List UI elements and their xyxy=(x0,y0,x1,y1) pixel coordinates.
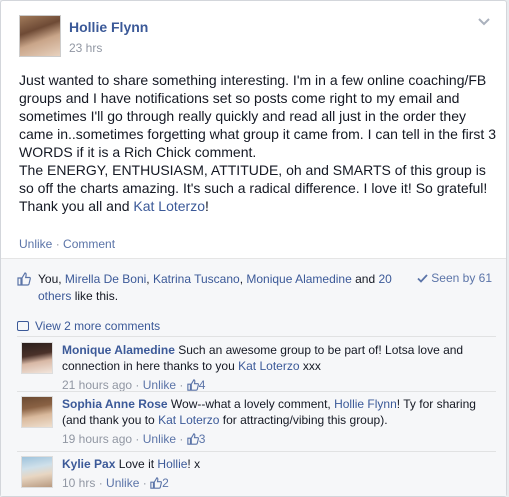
comments-section: View 2 more comments Monique Alamedine S… xyxy=(1,310,506,496)
post-text-1: Just wanted to share something interesti… xyxy=(19,72,496,160)
mention-link[interactable]: Kat Loterzo xyxy=(133,198,205,214)
like-count: 4 xyxy=(198,378,206,392)
post-card: Hollie Flynn 23 hrs Just wanted to share… xyxy=(0,0,507,497)
author-name[interactable]: Hollie Flynn xyxy=(69,19,148,35)
comment-body: Kylie Pax Love it Hollie! x 10 hrs · Unl… xyxy=(62,456,500,491)
view-more-label: View 2 more comments xyxy=(35,319,161,333)
likes-summary: You, Mirella De Boni, Katrina Tuscano, M… xyxy=(1,266,506,311)
post-body: Just wanted to share something interesti… xyxy=(19,71,497,215)
checkmark-icon xyxy=(417,274,428,283)
seen-by-label: Seen by 61 xyxy=(431,271,492,285)
post-actions: Unlike · Comment xyxy=(19,237,115,251)
comment-text-after-2: for attracting/vibing this group). xyxy=(219,413,388,427)
comment-mention-2[interactable]: Kat Loterzo xyxy=(158,413,219,427)
post-text-end: ! xyxy=(205,198,209,214)
comment-like-count[interactable]: 4 xyxy=(187,378,206,392)
comment-meta: 10 hrs · Unlike · 2 xyxy=(62,476,169,490)
unlike-link[interactable]: Unlike xyxy=(19,237,52,251)
thumbs-up-icon xyxy=(150,477,162,489)
comment-unlike[interactable]: Unlike xyxy=(143,432,176,446)
comment-like-count[interactable]: 2 xyxy=(150,476,169,490)
comment-meta: 19 hours ago · Unlike · 3 xyxy=(62,432,206,446)
comment-bubble-icon xyxy=(17,321,29,331)
comment-unlike[interactable]: Unlike xyxy=(143,378,176,392)
thumbs-up-icon xyxy=(187,379,199,391)
post-text-2: The ENERGY, ENTHUSIASM, ATTITUDE, oh and… xyxy=(19,162,488,214)
like-count: 3 xyxy=(198,432,206,446)
commenter-avatar[interactable] xyxy=(21,342,53,374)
comment-time[interactable]: 10 hrs xyxy=(62,476,95,490)
liker-1[interactable]: Mirella De Boni xyxy=(65,272,146,286)
commenter-name[interactable]: Sophia Anne Rose xyxy=(62,397,168,411)
likes-suffix: like this. xyxy=(71,289,119,303)
comment-link[interactable]: Comment xyxy=(63,237,115,251)
comment-divider xyxy=(17,391,496,392)
author-avatar[interactable] xyxy=(19,15,61,57)
action-separator: · xyxy=(55,237,60,251)
comment-time[interactable]: 19 hours ago xyxy=(62,432,132,446)
liker-3[interactable]: Monique Alamedine xyxy=(246,272,351,286)
comment-body: Monique Alamedine Such an awesome group … xyxy=(62,342,500,393)
commenter-name[interactable]: Kylie Pax xyxy=(62,457,115,471)
comment-body: Sophia Anne Rose Wow--what a lovely comm… xyxy=(62,396,500,447)
view-more-comments[interactable]: View 2 more comments xyxy=(17,319,160,333)
liker-2[interactable]: Katrina Tuscano xyxy=(153,272,240,286)
comment-text: Wow--what a lovely comment, xyxy=(167,397,335,411)
thumbs-up-icon xyxy=(187,433,199,445)
comment-divider xyxy=(17,336,496,337)
likes-you: You xyxy=(38,272,59,286)
thumbs-up-icon xyxy=(17,272,31,286)
likes-text: You, Mirella De Boni, Katrina Tuscano, M… xyxy=(38,272,392,303)
comment-like-count[interactable]: 3 xyxy=(187,432,206,446)
comment-text-after: ! x xyxy=(187,457,201,471)
comment-text-after: xxx xyxy=(299,359,321,373)
seen-by[interactable]: Seen by 61 xyxy=(417,271,492,285)
commenter-name[interactable]: Monique Alamedine xyxy=(62,343,175,357)
comment-time[interactable]: 21 hours ago xyxy=(62,378,132,392)
comment-text: Love it xyxy=(115,457,158,471)
likes-and: and xyxy=(351,272,379,286)
comment-mention[interactable]: Hollie Flynn xyxy=(334,397,397,411)
commenter-avatar[interactable] xyxy=(21,396,53,428)
comment-mention[interactable]: Kat Loterzo xyxy=(238,359,299,373)
comment-unlike[interactable]: Unlike xyxy=(106,476,139,490)
commenter-avatar[interactable] xyxy=(21,456,53,488)
comment-divider xyxy=(17,451,496,452)
post-timestamp[interactable]: 23 hrs xyxy=(69,41,102,55)
chevron-down-icon[interactable] xyxy=(476,15,492,31)
like-count: 2 xyxy=(162,476,169,490)
comment-mention[interactable]: Hollie xyxy=(157,457,187,471)
